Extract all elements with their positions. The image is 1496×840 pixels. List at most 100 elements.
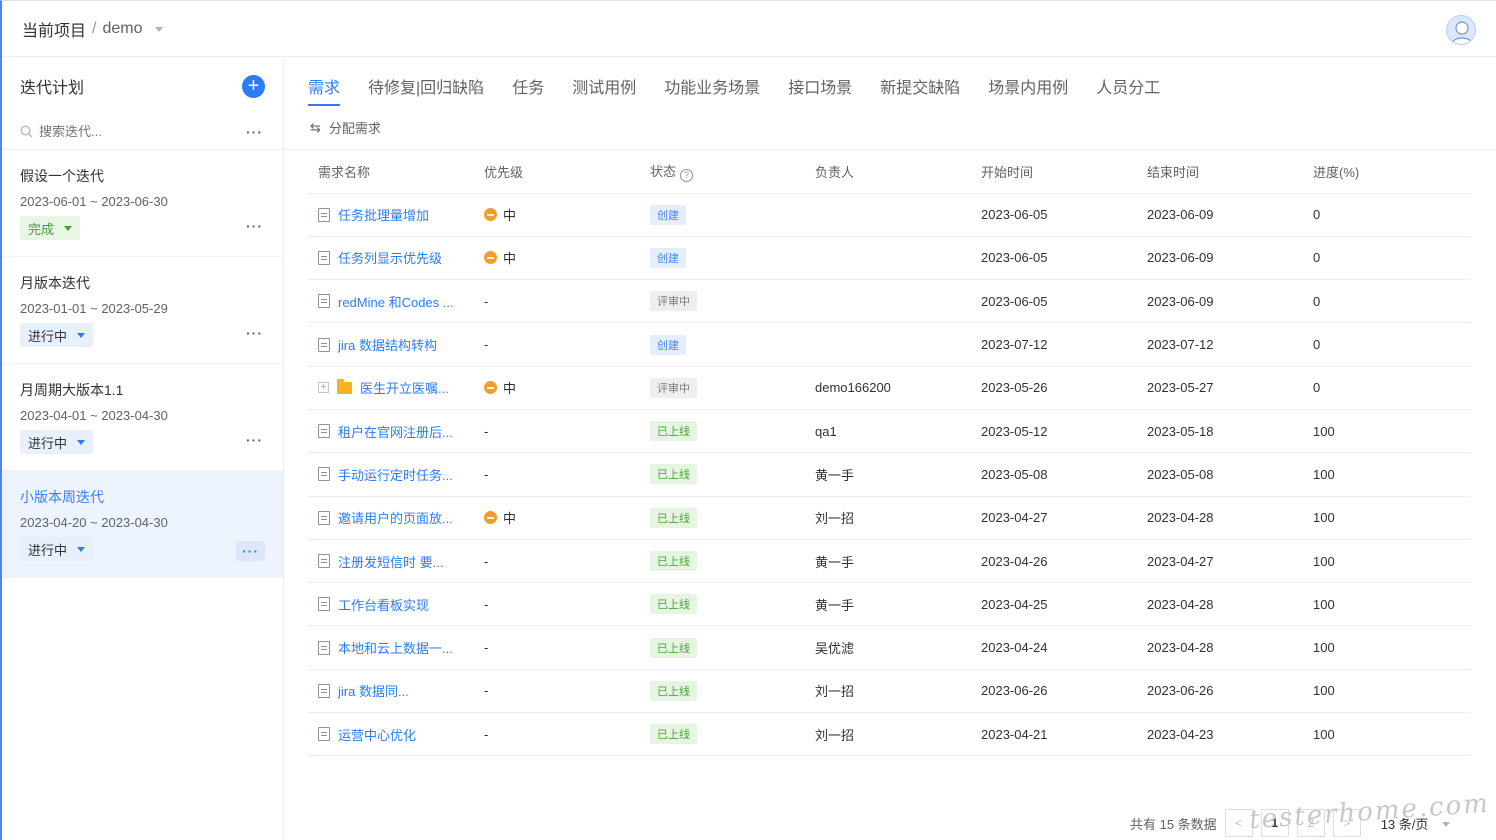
more-icon[interactable]: ··· — [246, 325, 263, 341]
avatar[interactable] — [1446, 15, 1476, 45]
column-header-status[interactable]: 状态? — [640, 151, 805, 194]
table-row[interactable]: 本地和云上数据一... - 已上线 吴优滤 2023-04-24 2023-04-28 10… — [308, 625, 1471, 670]
table-row[interactable]: 租户在官网注册后... - 已上线 qa1 2023-05-12 2023-05-18 10… — [308, 409, 1471, 454]
table-row[interactable]: 邀请用户的页面放... 中 已上线 刘一招 2023-04-27 2023-04-28 10… — [308, 496, 1471, 540]
column-header-name[interactable]: 需求名称 — [308, 151, 474, 194]
progress-cell: 100 — [1303, 452, 1471, 497]
priority-medium-icon — [484, 511, 497, 525]
progress-cell: 0 — [1303, 322, 1471, 367]
table-row[interactable]: 注册发短信时 要... - 已上线 黄一手 2023-04-26 2023-04-27 10… — [308, 539, 1471, 584]
tab-scenario-cases[interactable]: 场景内用例 — [988, 74, 1068, 106]
iteration-item[interactable]: 假设一个迭代 2023-06-01 ~ 2023-06-30 完成 ··· — [2, 150, 283, 257]
requirement-name-link[interactable]: 注册发短信时 要... — [318, 552, 474, 571]
iteration-item-selected[interactable]: 小版本周迭代 2023-04-20 ~ 2023-04-30 进行中 ··· — [2, 471, 283, 578]
iteration-item[interactable]: 月周期大版本1.1 2023-04-01 ~ 2023-04-30 进行中 ··… — [2, 364, 283, 471]
requirement-name-link[interactable]: 任务列显示优先级 — [318, 248, 474, 267]
more-icon[interactable]: ··· — [246, 432, 263, 448]
assign-requirement-button[interactable]: ⇆ 分配需求 — [310, 118, 381, 137]
table-row[interactable]: 任务批理量增加 中 创建 2023-06-05 2023-06-09 0 — [308, 193, 1471, 237]
table-row[interactable]: redMine 和Codes ... - 评审中 2023-06-05 2023-06-… — [308, 279, 1471, 324]
column-header-start[interactable]: 开始时间 — [971, 151, 1137, 194]
end-date-cell: 2023-05-18 — [1137, 409, 1303, 454]
tab-business-scenarios[interactable]: 功能业务场景 — [664, 74, 760, 106]
search-icon — [20, 125, 33, 138]
requirement-name-link[interactable]: + 医生开立医嘱... — [318, 378, 474, 397]
requirement-name-link[interactable]: 邀请用户的页面放... — [318, 508, 474, 527]
tab-pending-bugs[interactable]: 待修复|回归缺陷 — [368, 74, 484, 106]
requirements-table: 需求名称 优先级 状态? 负责人 开始时间 结束时间 进度(%) 任务批理量增加… — [308, 151, 1471, 757]
breadcrumb-root[interactable]: 当前项目 — [22, 17, 86, 41]
priority-label: 中 — [503, 208, 517, 224]
progress-cell: 100 — [1303, 625, 1471, 670]
help-icon[interactable]: ? — [680, 169, 694, 183]
table-row[interactable]: 运营中心优化 - 已上线 刘一招 2023-04-21 2023-04-23 100 — [308, 712, 1471, 757]
tab-requirements[interactable]: 需求 — [308, 74, 341, 106]
app-window: 当前项目 / demo 迭代计划 + ··· — [0, 0, 1496, 840]
requirement-name: 本地和云上数据一... — [338, 641, 453, 657]
requirement-name-link[interactable]: 工作台看板实现 — [318, 595, 474, 614]
tab-new-bugs[interactable]: 新提交缺陷 — [880, 74, 960, 106]
table-row[interactable]: 手动运行定时任务... - 已上线 黄一手 2023-05-08 2023-05-08 10… — [308, 452, 1471, 497]
column-header-end[interactable]: 结束时间 — [1137, 151, 1303, 194]
more-icon[interactable]: ··· — [246, 124, 263, 140]
document-icon — [318, 250, 330, 265]
iteration-name: 月版本迭代 — [20, 275, 90, 291]
page-1-button[interactable]: 1 — [1260, 809, 1289, 837]
requirement-name-link[interactable]: jira 数据结构转构 — [318, 335, 474, 354]
tab-api-scenarios[interactable]: 接口场景 — [788, 74, 852, 106]
table-row[interactable]: jira 数据结构转构 - 创建 2023-07-12 2023-07-12 0 — [308, 322, 1471, 367]
requirement-name-link[interactable]: 租户在官网注册后... — [318, 422, 474, 441]
iteration-status-select[interactable]: 进行中 — [20, 430, 94, 454]
project-selector[interactable]: demo — [102, 20, 142, 38]
priority-value: 中 — [484, 248, 516, 267]
expand-icon[interactable]: + — [318, 382, 329, 394]
owner-cell: demo166200 — [805, 366, 971, 410]
column-header-progress[interactable]: 进度(%) — [1303, 151, 1471, 194]
iteration-status-label: 进行中 — [28, 328, 68, 344]
iteration-status-select[interactable]: 进行中 — [20, 323, 94, 347]
requirement-name-link[interactable]: 手动运行定时任务... — [318, 465, 474, 484]
folder-icon — [337, 378, 352, 394]
requirement-name-link[interactable]: 运营中心优化 — [318, 725, 474, 744]
tab-tasks[interactable]: 任务 — [512, 74, 544, 106]
add-iteration-button[interactable]: + — [242, 74, 265, 98]
requirement-name-link[interactable]: redMine 和Codes ... — [318, 292, 474, 311]
more-icon[interactable]: ··· — [246, 218, 263, 234]
status-badge: 已上线 — [650, 594, 697, 615]
iteration-status-select[interactable]: 进行中 — [20, 537, 94, 561]
page-size-select[interactable]: 13 条/页 — [1381, 814, 1451, 833]
iteration-search: ··· — [2, 114, 283, 150]
requirement-name-link[interactable]: jira 数据同... — [318, 681, 474, 700]
tab-staff-assignment[interactable]: 人员分工 — [1096, 74, 1160, 106]
progress-cell: 100 — [1303, 496, 1471, 540]
table-row[interactable]: 工作台看板实现 - 已上线 黄一手 2023-04-25 2023-04-28 100 — [308, 582, 1471, 627]
priority-label: 中 — [503, 251, 517, 267]
requirement-name-link[interactable]: 任务批理量增加 — [318, 205, 474, 224]
column-header-priority[interactable]: 优先级 — [474, 151, 640, 194]
status-badge: 已上线 — [650, 680, 697, 701]
document-icon — [318, 554, 330, 569]
table-row[interactable]: + 医生开立医嘱... 中 评审中 demo166200 2023-05-26 2023-0… — [308, 366, 1471, 410]
priority-label: 中 — [503, 381, 517, 397]
requirement-name-link[interactable]: 本地和云上数据一... — [318, 638, 474, 657]
iteration-status-select[interactable]: 完成 — [20, 216, 81, 240]
next-page-button[interactable]: > — [1332, 809, 1361, 837]
document-icon — [318, 467, 330, 482]
chevron-down-icon — [1442, 821, 1451, 827]
table-row[interactable]: jira 数据同... - 已上线 刘一招 2023-06-26 2023-06-26 10… — [308, 669, 1471, 714]
column-header-owner[interactable]: 负责人 — [805, 151, 971, 194]
owner-cell — [805, 193, 971, 237]
owner-cell — [805, 279, 971, 324]
search-input[interactable] — [39, 124, 199, 139]
iteration-item[interactable]: 月版本迭代 2023-01-01 ~ 2023-05-29 进行中 ··· — [2, 257, 283, 364]
chevron-down-icon[interactable] — [154, 27, 163, 32]
table-row[interactable]: 任务列显示优先级 中 创建 2023-06-05 2023-06-09 0 — [308, 236, 1471, 281]
priority-medium-icon — [484, 208, 497, 222]
chevron-down-icon — [77, 439, 86, 445]
more-icon[interactable]: ··· — [236, 541, 265, 561]
prev-page-button[interactable]: < — [1224, 809, 1253, 837]
end-date-cell: 2023-05-08 — [1137, 452, 1303, 497]
page-2-button[interactable]: 2 — [1296, 809, 1325, 837]
tab-test-cases[interactable]: 测试用例 — [572, 74, 636, 106]
requirement-name: 邀请用户的页面放... — [338, 511, 453, 527]
